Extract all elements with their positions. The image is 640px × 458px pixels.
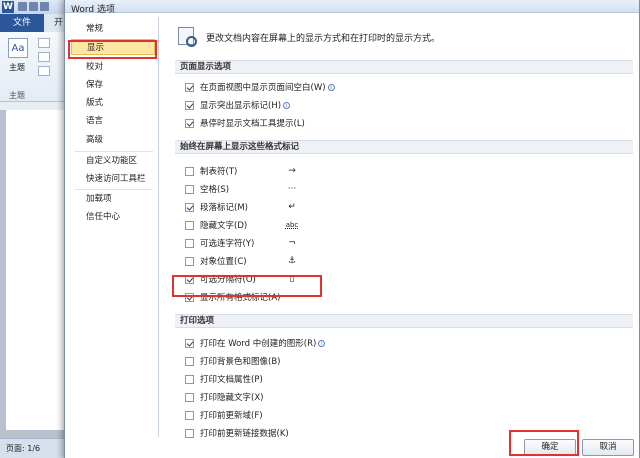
nav-item-save[interactable]: 保存 — [71, 77, 155, 93]
nav-item-layout[interactable]: 版式 — [71, 95, 155, 111]
nav-item-addins[interactable]: 加载项 — [71, 191, 155, 207]
word-app-icon: W — [2, 1, 14, 13]
document-area — [0, 110, 70, 438]
word-options-dialog: Word 选项 常规 显示 校对 保存 版式 语言 高级 自定义功能区 快速访问… — [64, 0, 640, 458]
anchor-icon: ⚓ — [287, 256, 297, 266]
option-print-properties[interactable]: 打印文档属性(P) — [185, 373, 263, 385]
document-page[interactable] — [6, 110, 64, 430]
tab-mark-icon: → — [288, 166, 296, 176]
checkbox[interactable] — [185, 166, 194, 176]
option-show-highlighter[interactable]: 显示突出显示标记(H) i — [185, 99, 291, 111]
option-hidden-text[interactable]: 隐藏文字(D) — [185, 219, 247, 231]
theme-group-label: 主题 — [9, 91, 25, 100]
option-optional-breaks[interactable]: 可选分隔符(O) — [185, 273, 256, 285]
checkbox[interactable] — [185, 220, 194, 230]
quick-access-toolbar[interactable] — [18, 2, 66, 12]
dialog-title: Word 选项 — [71, 5, 115, 15]
nav-item-display[interactable]: 显示 — [71, 39, 155, 55]
option-tab-characters[interactable]: 制表符(T) — [185, 165, 237, 177]
checkbox[interactable] — [185, 274, 194, 284]
nav-item-customize-ribbon[interactable]: 自定义功能区 — [71, 153, 155, 169]
checkbox[interactable] — [185, 238, 194, 248]
redo-icon[interactable] — [40, 2, 49, 11]
option-show-tooltips[interactable]: 悬停时显示文档工具提示(L) — [185, 117, 305, 129]
checkbox[interactable] — [185, 392, 194, 402]
nav-item-language[interactable]: 语言 — [71, 113, 155, 129]
option-show-whitespace[interactable]: 在页面视图中显示页面间空白(W) i — [185, 81, 335, 93]
option-spaces[interactable]: 空格(S) — [185, 183, 229, 195]
display-magnifier-icon — [178, 27, 197, 47]
checkbox[interactable] — [185, 184, 194, 194]
checkbox[interactable] — [185, 356, 194, 366]
checkbox[interactable] — [185, 410, 194, 420]
checkbox[interactable] — [185, 100, 194, 110]
option-print-drawings[interactable]: 打印在 Word 中创建的图形(R) i — [185, 337, 326, 349]
file-tab[interactable]: 文件 — [0, 14, 44, 32]
checkbox[interactable] — [185, 118, 194, 128]
option-show-all-formatting-marks[interactable]: 显示所有格式标记(A) — [185, 291, 280, 303]
hidden-text-icon: abc — [285, 221, 299, 229]
options-nav: 常规 显示 校对 保存 版式 语言 高级 自定义功能区 快速访问工具栏 加载项 … — [67, 17, 159, 437]
info-icon: i — [318, 339, 326, 347]
status-page-count[interactable]: 页面: 1/6 — [0, 438, 70, 458]
start-tab[interactable]: 开 — [54, 14, 63, 32]
info-icon: i — [327, 83, 335, 91]
option-paragraph-marks[interactable]: 段落标记(M) — [185, 201, 248, 213]
display-options-content: 更改文档内容在屏幕上的显示方式和在打印时的显示方式。 页面显示选项 在页面视图中… — [164, 17, 636, 439]
option-print-hidden-text[interactable]: 打印隐藏文字(X) — [185, 391, 263, 403]
option-object-anchors[interactable]: 对象位置(C) — [185, 255, 247, 267]
ok-button[interactable]: 确定 — [524, 439, 576, 456]
section-page-display: 页面显示选项 — [175, 60, 633, 74]
checkbox[interactable] — [185, 374, 194, 384]
checkbox[interactable] — [185, 292, 194, 302]
theme-button-label: 主题 — [9, 63, 25, 72]
nav-item-trust-center[interactable]: 信任中心 — [71, 209, 155, 225]
optional-break-icon: ▯ — [289, 274, 295, 284]
checkbox[interactable] — [185, 338, 194, 348]
optional-hyphen-icon: ¬ — [288, 238, 296, 248]
info-icon: i — [283, 101, 291, 109]
nav-separator — [75, 151, 153, 152]
space-mark-icon: ··· — [287, 184, 297, 194]
fonts-icon[interactable] — [38, 52, 50, 62]
nav-item-general[interactable]: 常规 — [71, 21, 155, 37]
colors-icon[interactable] — [38, 38, 50, 48]
checkbox[interactable] — [185, 202, 194, 212]
ruler — [0, 102, 70, 110]
option-optional-hyphens[interactable]: 可选连字符(Y) — [185, 237, 254, 249]
checkbox[interactable] — [185, 82, 194, 92]
checkbox[interactable] — [185, 428, 194, 438]
option-update-fields[interactable]: 打印前更新域(F) — [185, 409, 263, 421]
theme-icon[interactable]: Aa — [8, 38, 28, 58]
display-description: 更改文档内容在屏幕上的显示方式和在打印时的显示方式。 — [206, 34, 441, 44]
ribbon: Aa 主题 主题 — [0, 32, 70, 102]
dialog-titlebar: Word 选项 — [65, 0, 639, 15]
save-icon[interactable] — [18, 2, 27, 11]
section-format-marks: 始终在屏幕上显示这些格式标记 — [175, 140, 633, 154]
effects-icon[interactable] — [38, 66, 50, 76]
undo-icon[interactable] — [29, 2, 38, 11]
nav-separator — [75, 189, 153, 190]
checkbox[interactable] — [185, 256, 194, 266]
nav-item-proofing[interactable]: 校对 — [71, 59, 155, 75]
section-print-options: 打印选项 — [175, 314, 633, 328]
option-print-background[interactable]: 打印背景色和图像(B) — [185, 355, 280, 367]
option-update-links[interactable]: 打印前更新链接数据(K) — [185, 427, 289, 439]
paragraph-mark-icon: ↵ — [288, 202, 296, 212]
ribbon-tabs: 文件 开 — [0, 14, 70, 32]
nav-item-advanced[interactable]: 高级 — [71, 132, 155, 148]
cancel-button[interactable]: 取消 — [582, 439, 634, 456]
nav-item-quick-access-toolbar[interactable]: 快速访问工具栏 — [71, 171, 155, 187]
